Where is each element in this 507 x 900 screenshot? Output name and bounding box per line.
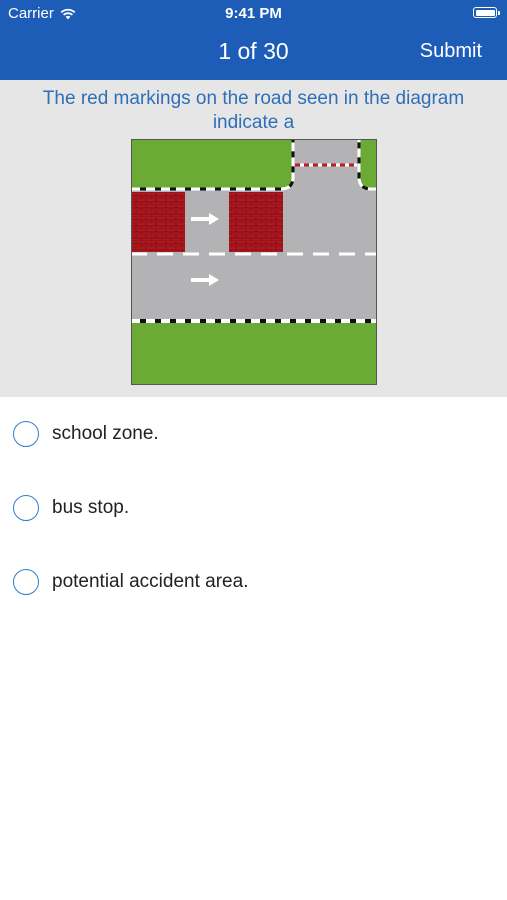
navigation-bar: Carrier 9:41 PM 1 of 30 Submit bbox=[0, 0, 507, 80]
radio-button-icon[interactable] bbox=[13, 421, 39, 447]
grass-bottom bbox=[131, 322, 377, 385]
radio-button-icon[interactable] bbox=[13, 569, 39, 595]
grass-top-left bbox=[131, 139, 293, 189]
grass-top-right bbox=[359, 139, 377, 189]
answer-option-school-zone[interactable]: school zone. bbox=[0, 409, 507, 459]
answer-label: potential accident area. bbox=[52, 571, 249, 592]
answer-label: school zone. bbox=[52, 423, 159, 444]
answer-option-bus-stop[interactable]: bus stop. bbox=[0, 483, 507, 533]
battery-icon bbox=[473, 7, 500, 18]
radio-button-icon[interactable] bbox=[13, 495, 39, 521]
red-marking-right bbox=[229, 192, 283, 252]
answer-label: bus stop. bbox=[52, 497, 130, 518]
road-diagram bbox=[131, 139, 377, 385]
submit-button[interactable]: Submit bbox=[420, 40, 482, 63]
status-time: 9:41 PM bbox=[225, 5, 282, 22]
question-text: The red markings on the road seen in the… bbox=[42, 88, 465, 133]
red-marking-left bbox=[131, 192, 185, 252]
answer-option-potential-accident-area[interactable]: potential accident area. bbox=[0, 557, 507, 607]
question-panel: The red markings on the road seen in the… bbox=[0, 80, 507, 397]
